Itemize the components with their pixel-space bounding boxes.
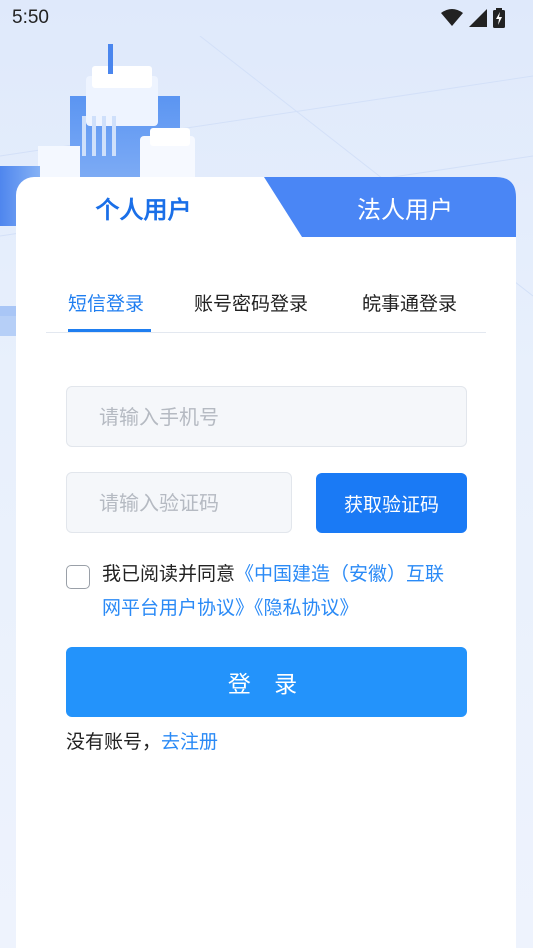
login-method-tabs: 短信登录 账号密码登录 皖事通登录 — [46, 277, 486, 333]
status-icons — [441, 8, 505, 28]
agreement-text: 我已阅读并同意《中国建造（安徽）互联网平台用户协议》《隐私协议》 — [102, 557, 462, 625]
phone-input[interactable] — [66, 386, 467, 447]
login-button[interactable]: 登 录 — [66, 647, 467, 717]
tab-legal-user[interactable]: 法人用户 — [264, 177, 516, 237]
battery-charging-icon — [493, 8, 505, 28]
tab-personal-user[interactable]: 个人用户 — [16, 177, 301, 237]
tab-wanshitong-login[interactable]: 皖事通登录 — [362, 289, 457, 316]
register-prompt: 没有账号， — [66, 731, 162, 753]
register-link[interactable]: 去注册 — [161, 731, 218, 753]
status-bar: 5:50 — [0, 0, 533, 36]
login-card: 个人用户 法人用户 短信登录 账号密码登录 皖事通登录 获取验证码 我已阅读并同… — [16, 177, 516, 948]
get-code-button[interactable]: 获取验证码 — [316, 473, 467, 533]
wifi-icon — [441, 9, 463, 26]
privacy-policy-link[interactable]: 《隐私协议》 — [254, 597, 359, 619]
tab-password-login[interactable]: 账号密码登录 — [194, 289, 308, 316]
status-time: 5:50 — [12, 7, 49, 28]
user-type-tabs: 个人用户 法人用户 — [16, 177, 516, 237]
cell-signal-icon — [469, 9, 487, 27]
verification-code-input[interactable] — [66, 472, 292, 533]
tab-sms-login[interactable]: 短信登录 — [68, 289, 144, 316]
agreement-prefix: 我已阅读并同意 — [102, 563, 236, 585]
active-tab-indicator — [68, 329, 151, 332]
register-row: 没有账号，去注册 — [66, 727, 218, 754]
agreement-checkbox[interactable] — [66, 565, 90, 589]
